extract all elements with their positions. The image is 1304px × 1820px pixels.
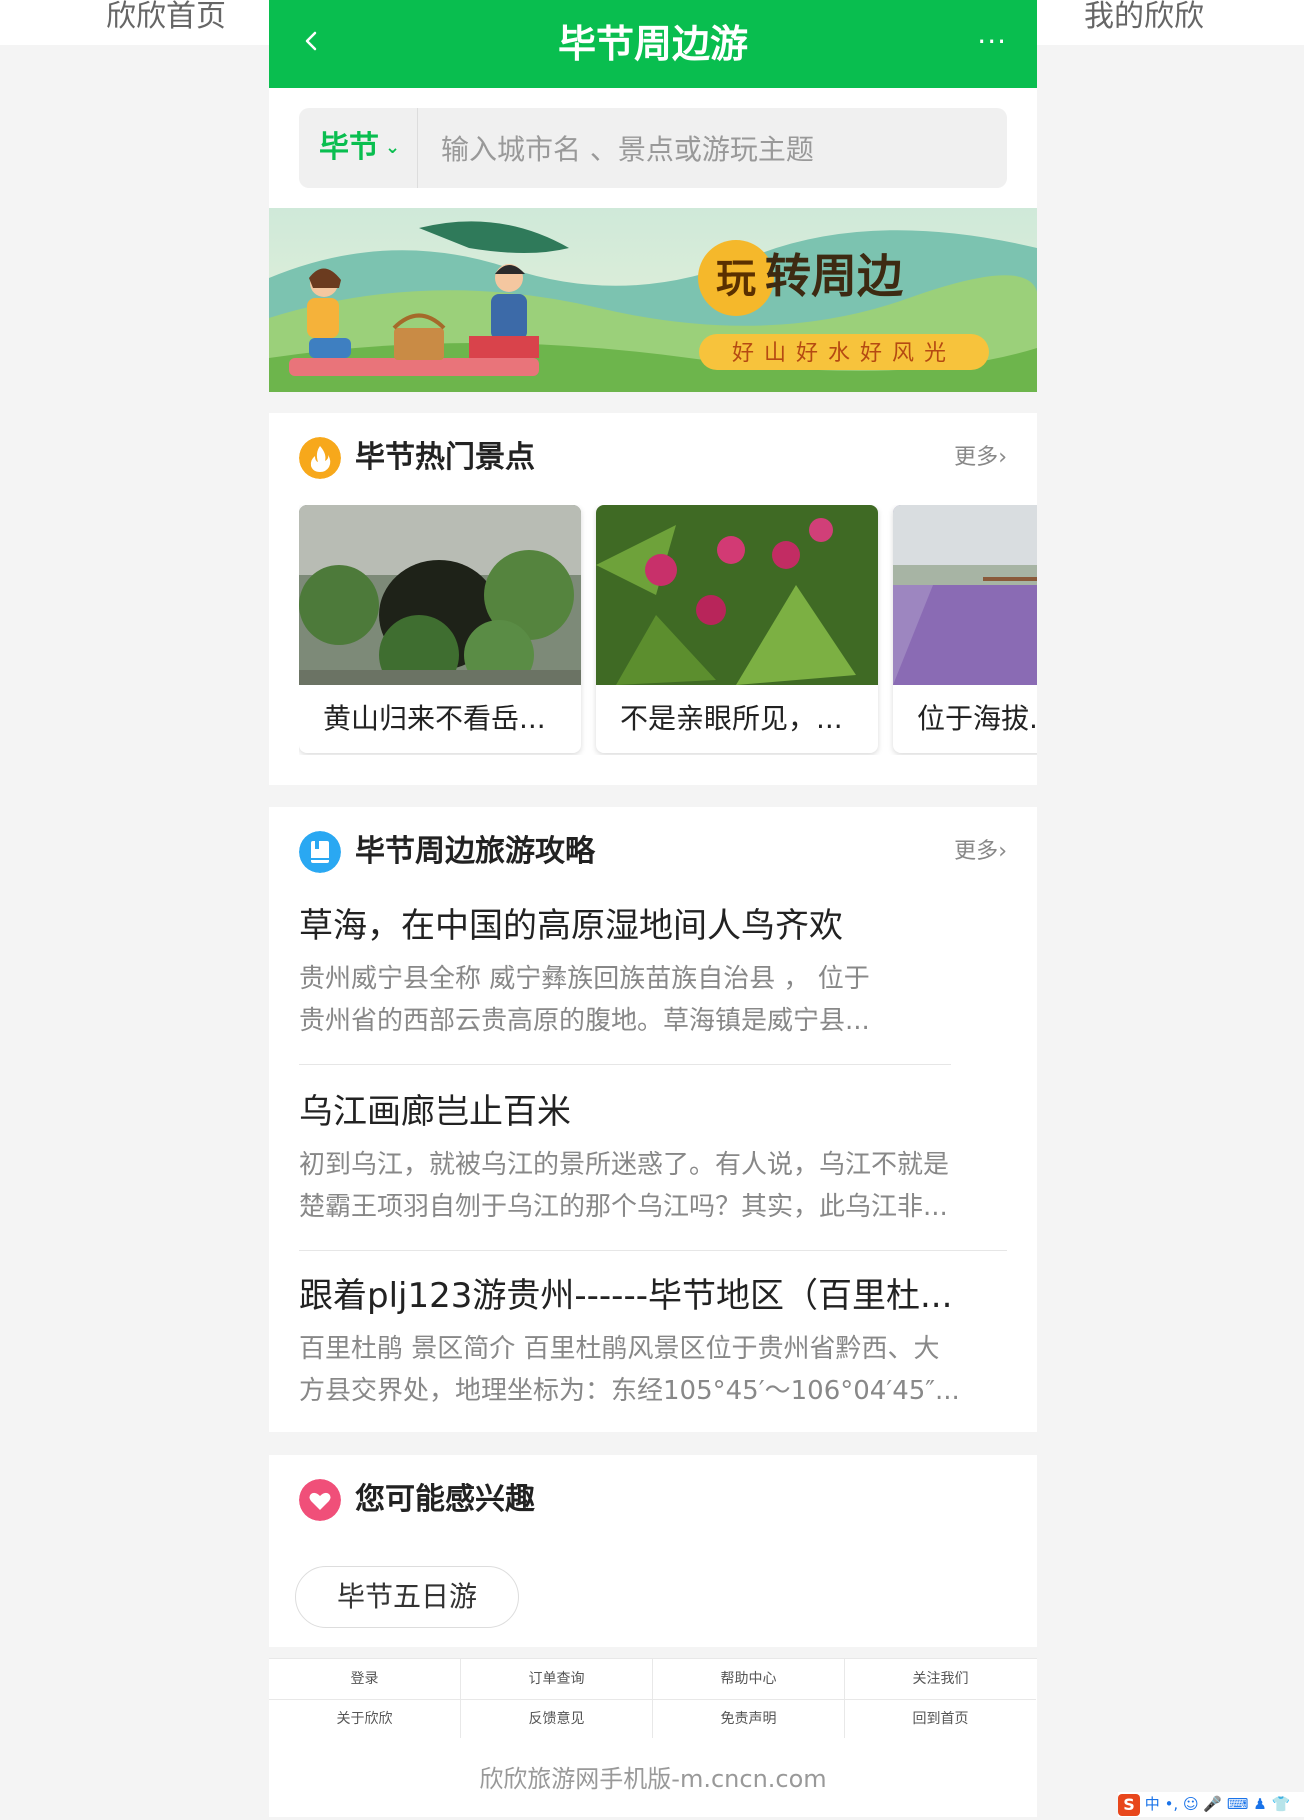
svg-text:好山好水好风光: 好山好水好风光 [732, 341, 956, 366]
spots-carousel[interactable]: 黄山归来不看岳... 不是亲眼所见，... 位于海拔. [299, 505, 1037, 755]
section-title: 毕节周边旅游攻略 [355, 834, 595, 869]
footer-link-about[interactable]: 关于欣欣 [269, 1699, 461, 1740]
book-icon [299, 831, 341, 873]
divider [299, 1250, 1007, 1251]
spot-photo-lavender [893, 505, 1037, 685]
footer-nav: 登录 订单查询 帮助中心 关注我们 关于欣欣 反馈意见 免责声明 回到首页 [269, 1658, 1037, 1740]
chevron-down-icon: ⌄ [385, 137, 401, 158]
city-selector[interactable]: 毕节 ⌄ [319, 108, 400, 188]
heart-icon [299, 1479, 341, 1521]
guide-item[interactable]: 草海，在中国的高原湿地间人鸟齐欢 贵州威宁县全称 威宁彝族回族苗族自治县 ， 位… [299, 904, 1007, 1042]
guide-excerpt: 初到乌江，就被乌江的景所迷惑了。有人说，乌江不就是 楚霸王项羽自刎于乌江的那个乌… [299, 1144, 1007, 1228]
promo-banner[interactable]: 玩 转周边 好山好水好风光 [269, 208, 1037, 392]
more-label: 更多 [954, 445, 999, 470]
sogou-icon: S [1118, 1793, 1140, 1816]
excerpt-line: 贵州省的西部云贵高原的腹地。草海镇是威宁县... [299, 1006, 870, 1036]
spot-caption: 不是亲眼所见，... [620, 702, 843, 735]
guide-item[interactable]: 乌江画廊岂止百米 初到乌江，就被乌江的景所迷惑了。有人说，乌江不就是 楚霸王项羽… [299, 1090, 1007, 1228]
more-link[interactable]: 更多› [954, 833, 1007, 871]
interest-card: 您可能感兴趣 毕节五日游 [269, 1455, 1037, 1647]
spot-caption: 位于海拔... [917, 702, 1037, 735]
excerpt-line: 楚霸王项羽自刎于乌江的那个乌江吗？其实，此乌江非... [299, 1192, 948, 1222]
divider [417, 108, 418, 188]
page-title: 毕节周边游 [557, 22, 748, 66]
footer-link-disclaimer[interactable]: 免责声明 [653, 1699, 845, 1740]
excerpt-line: 百里杜鹃 景区简介 百里杜鹃风景区位于贵州省黔西、大 [299, 1334, 940, 1364]
guides-card: 毕节周边旅游攻略 更多› 草海，在中国的高原湿地间人鸟齐欢 贵州威宁县全称 威宁… [269, 807, 1037, 1432]
ime-mode-label: 中 [1144, 1795, 1160, 1813]
card-header: 毕节热门景点 更多› [299, 435, 1007, 481]
user-icon: ♟ [1253, 1795, 1267, 1813]
city-label: 毕节 [319, 130, 379, 165]
footer-copyright: 欣欣旅游网手机版-m.cncn.com [269, 1738, 1037, 1817]
divider [299, 1064, 951, 1065]
footer-link-login[interactable]: 登录 [269, 1659, 461, 1700]
guide-title: 乌江画廊岂止百米 [299, 1092, 571, 1132]
interest-tag[interactable]: 毕节五日游 [295, 1566, 519, 1628]
search-input[interactable] [439, 124, 983, 174]
microphone-icon: 🎤 [1203, 1795, 1223, 1813]
footer-link-home[interactable]: 回到首页 [845, 1699, 1036, 1740]
svg-text:玩: 玩 [716, 256, 756, 302]
ime-toolbar[interactable]: S 中 •, ☺ 🎤 ⌨ ♟ 👕 [1118, 1792, 1304, 1817]
chevron-right-icon: › [998, 839, 1007, 864]
spot-card[interactable]: 位于海拔... [893, 505, 1037, 753]
search-box: 毕节 ⌄ [299, 108, 1007, 188]
guide-item[interactable]: 跟着plj123游贵州------毕节地区（百里杜... 百里杜鹃 景区简介 百… [299, 1274, 1007, 1412]
spot-photo-cave [299, 505, 581, 685]
mobile-page: 毕节周边游 ··· 毕节 ⌄ 输入城市名 、景点或游玩主题 玩 转周边 好山好水… [269, 0, 1037, 1817]
footer-link-orders[interactable]: 订单查询 [461, 1659, 653, 1700]
guide-excerpt: 百里杜鹃 景区简介 百里杜鹃风景区位于贵州省黔西、大 方县交界处，地理坐标为：东… [299, 1328, 1007, 1412]
spot-card[interactable]: 不是亲眼所见，... [596, 505, 878, 753]
section-title: 您可能感兴趣 [355, 1482, 535, 1517]
guide-title: 跟着plj123游贵州------毕节地区（百里杜... [299, 1276, 953, 1316]
my-account-link[interactable]: 我的欣欣 [1084, 0, 1204, 34]
excerpt-line: 初到乌江，就被乌江的景所迷惑了。有人说，乌江不就是 [299, 1150, 950, 1180]
footer-link-help[interactable]: 帮助中心 [653, 1659, 845, 1700]
keyboard-icon: ⌨ [1226, 1795, 1249, 1813]
spot-photo-rhododendron [596, 505, 878, 685]
footer-link-feedback[interactable]: 反馈意见 [461, 1699, 653, 1740]
footer-link-follow[interactable]: 关注我们 [845, 1659, 1036, 1700]
flame-icon [299, 437, 341, 479]
section-title: 毕节热门景点 [355, 440, 535, 475]
home-link[interactable]: 欣欣首页 [106, 0, 226, 34]
card-header: 毕节周边旅游攻略 更多› [299, 829, 1007, 875]
app-header: 毕节周边游 ··· [269, 0, 1037, 88]
chevron-right-icon: › [998, 445, 1007, 470]
excerpt-line: 贵州威宁县全称 威宁彝族回族苗族自治县 ， 位于 [299, 964, 870, 994]
emoji-icon: ☺ [1182, 1795, 1199, 1813]
more-label: 更多 [954, 839, 999, 864]
excerpt-line: 方县交界处，地理坐标为：东经105°45′～106°04′45″... [299, 1376, 960, 1406]
skin-icon: 👕 [1271, 1795, 1291, 1813]
more-link[interactable]: 更多› [954, 439, 1007, 477]
spot-card[interactable]: 黄山归来不看岳... [299, 505, 581, 753]
more-icon[interactable]: ··· [977, 28, 1007, 56]
spot-caption: 黄山归来不看岳... [323, 702, 546, 735]
guide-title: 草海，在中国的高原湿地间人鸟齐欢 [299, 906, 843, 946]
banner-illustration: 玩 转周边 好山好水好风光 [269, 208, 1037, 392]
hot-spots-card: 毕节热门景点 更多› 黄山归来不看岳... 不是亲眼所见，... 位于海拔. [269, 413, 1037, 785]
guide-excerpt: 贵州威宁县全称 威宁彝族回族苗族自治县 ， 位于 贵州省的西部云贵高原的腹地。草… [299, 958, 1007, 1042]
card-header: 您可能感兴趣 [299, 1477, 1007, 1523]
punctuation-icon: •, [1164, 1795, 1179, 1813]
search-section: 毕节 ⌄ [269, 88, 1037, 208]
svg-text:转周边: 转周边 [765, 249, 904, 303]
